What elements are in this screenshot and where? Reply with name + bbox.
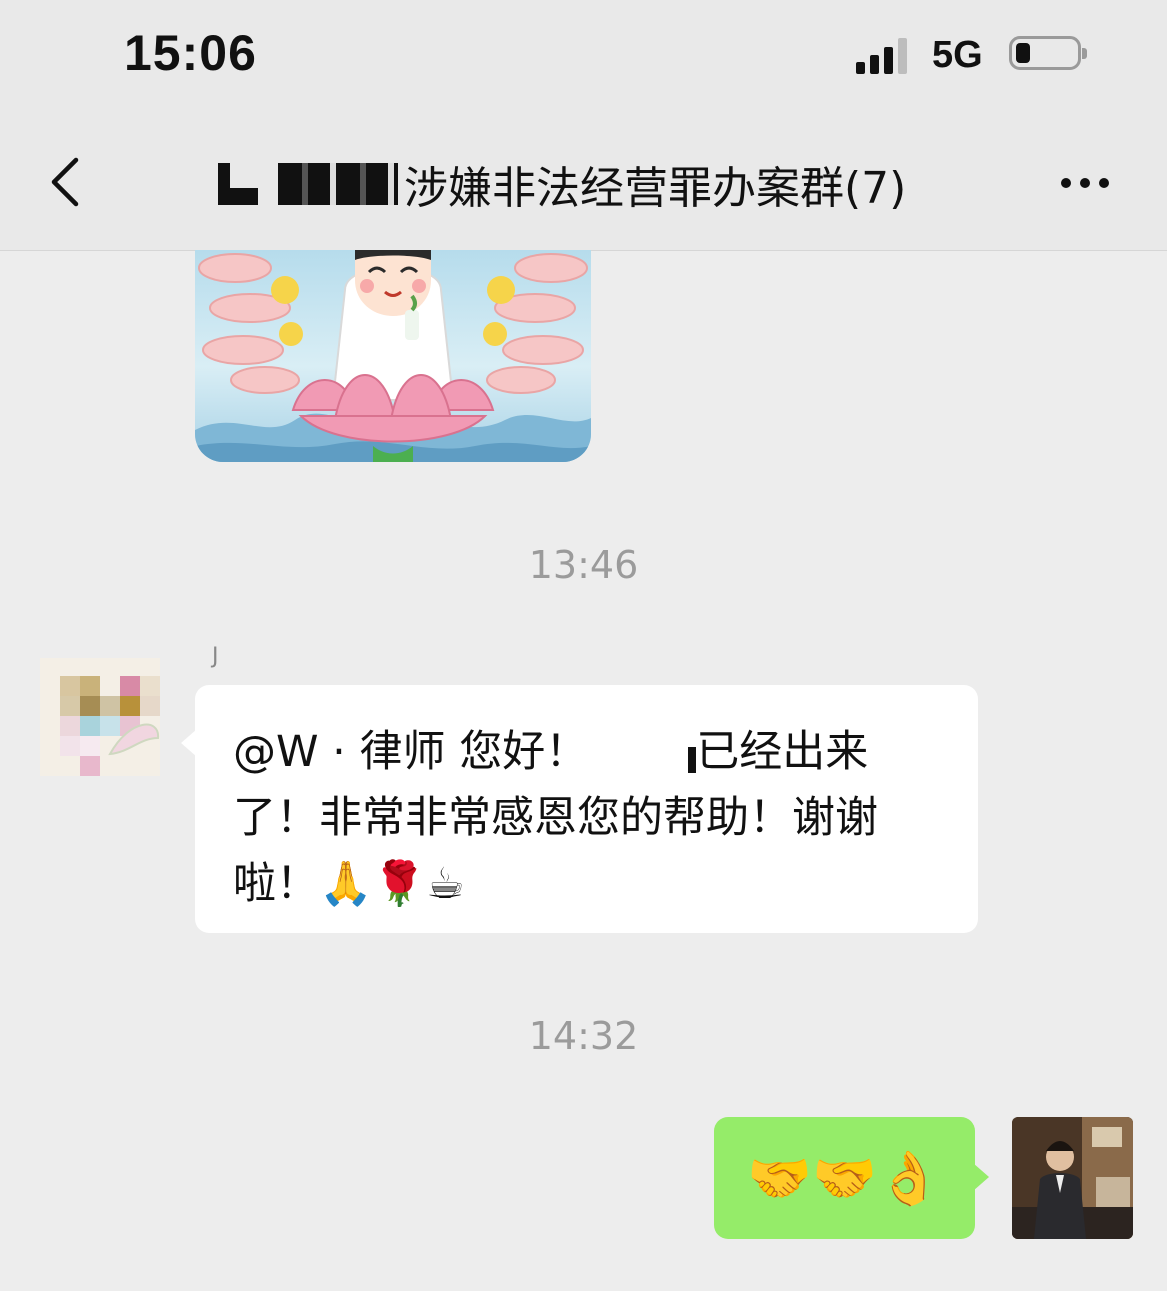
redaction-mask — [588, 734, 697, 775]
battery-icon — [1009, 36, 1087, 70]
network-type: 5G — [932, 34, 983, 76]
cellular-signal-icon — [856, 38, 914, 74]
chevron-left-icon[interactable] — [40, 152, 100, 212]
chat-title-text: 涉嫌非法经营罪办案群(7) — [404, 163, 907, 214]
message-timestamp: 14:32 — [528, 1014, 639, 1058]
profile-photo-image — [1012, 1117, 1133, 1239]
pixelated-avatar-image — [40, 658, 160, 776]
sticker-message[interactable] — [195, 250, 591, 462]
redacted-name — [218, 163, 258, 205]
message-timestamp: 13:46 — [528, 543, 639, 587]
outgoing-message-bubble[interactable]: 🤝🤝👌 — [714, 1117, 989, 1239]
message-emojis: 🤝🤝👌 — [747, 1148, 942, 1209]
incoming-message-bubble[interactable]: @W · 律师 您好！ 已经出来了！非常非常感恩您的帮助！谢谢啦！🙏🌹☕ — [181, 685, 978, 933]
avatar[interactable] — [1012, 1117, 1133, 1239]
chat-title: 涉嫌非法经营罪办案群(7) — [218, 154, 906, 214]
guanyin-sticker-image — [195, 250, 591, 462]
avatar[interactable] — [40, 658, 160, 776]
message-emojis: 🙏🌹☕ — [319, 859, 465, 909]
clock: 15:06 — [124, 25, 257, 81]
more-dots-icon[interactable] — [1055, 172, 1115, 192]
message-text: @W · 律师 您好！ — [233, 727, 589, 777]
status-bar: 15:06 5G — [0, 0, 1167, 110]
chat-header: 涉嫌非法经营罪办案群(7) — [0, 110, 1167, 251]
redacted-name — [278, 163, 398, 205]
sender-name: J — [212, 644, 219, 669]
